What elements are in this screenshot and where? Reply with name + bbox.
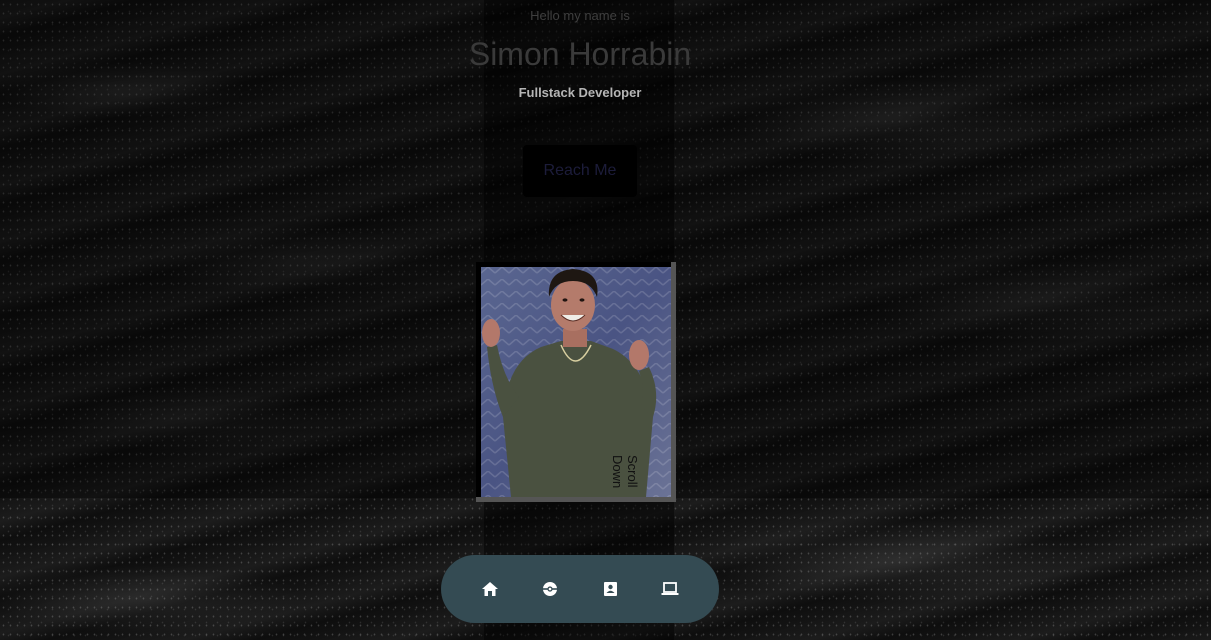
- contact-card-icon: [603, 582, 617, 596]
- laptop-icon: [661, 582, 679, 595]
- hero-role: Fullstack Developer: [518, 85, 642, 100]
- home-icon: [482, 582, 498, 596]
- reach-me-button[interactable]: Reach Me: [523, 145, 637, 197]
- scroll-down-link[interactable]: Scroll Down: [610, 455, 640, 505]
- pokeball-icon: [543, 582, 557, 596]
- greeting-text: Hello my name is: [530, 8, 630, 23]
- nav-portfolio-button[interactable]: [660, 579, 680, 599]
- profile-photo: [481, 267, 671, 497]
- nav-home-button[interactable]: [480, 579, 500, 599]
- nav-contact-button[interactable]: [600, 579, 620, 599]
- hero-name: Simon Horrabin: [468, 36, 692, 72]
- bottom-navigation: [441, 555, 719, 623]
- profile-photo-frame: [476, 262, 676, 502]
- page: Hello my name is Simon Horrabin Fullstac…: [0, 0, 1211, 640]
- nav-projects-button[interactable]: [540, 579, 560, 599]
